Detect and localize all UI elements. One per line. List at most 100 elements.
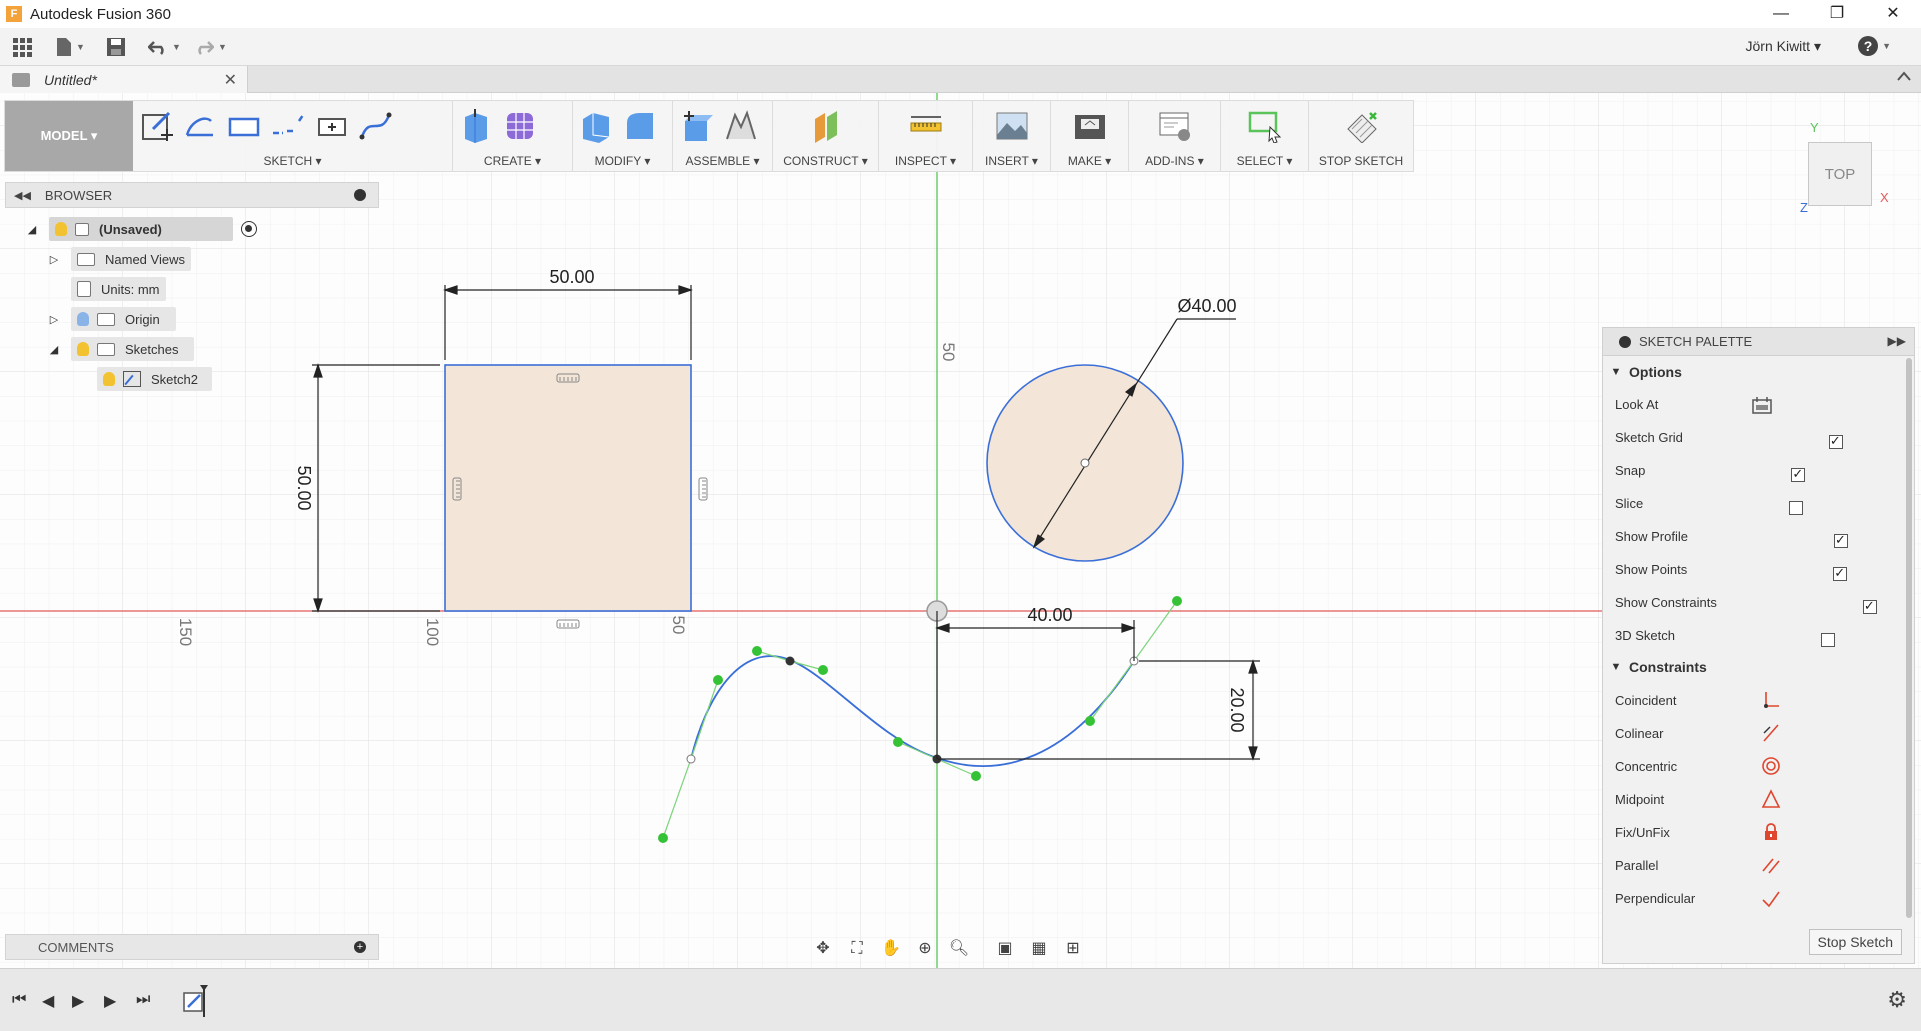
measure-icon[interactable]	[909, 109, 943, 143]
perpendicular-icon[interactable]	[1761, 888, 1781, 908]
circle-center-point[interactable]	[1080, 458, 1090, 468]
insert-image-icon[interactable]	[995, 109, 1029, 143]
tree-item-named-views[interactable]: ▷ Named Views	[47, 246, 191, 272]
rectangle-icon[interactable]	[227, 109, 261, 143]
sketch-rectangle[interactable]	[444, 364, 692, 612]
collapse-browser-icon[interactable]: ◀◀	[14, 189, 31, 202]
tree-item-root[interactable]: ◢ (Unsaved)	[25, 216, 257, 242]
option-slice[interactable]: Slice	[1615, 490, 1804, 516]
sketch-group[interactable]: SKETCH ▾	[133, 101, 453, 171]
option-show-points[interactable]: Show Points	[1615, 556, 1848, 582]
look-at-icon[interactable]	[1752, 396, 1772, 414]
offset-plane-icon[interactable]	[809, 109, 843, 143]
constraint-perpendicular[interactable]: Perpendicular	[1615, 885, 1780, 911]
constraint-parallel[interactable]: Parallel	[1615, 852, 1780, 878]
tree-item-units[interactable]: Units: mm	[71, 276, 166, 302]
play-icon[interactable]: ▶	[104, 991, 116, 1011]
coincident-icon[interactable]	[1761, 690, 1781, 710]
activate-component-icon[interactable]	[241, 221, 257, 237]
workspace-switcher[interactable]: MODEL ▾	[5, 101, 133, 171]
viewports-icon[interactable]: ⊞	[1061, 939, 1085, 959]
visibility-bulb-icon[interactable]	[77, 342, 89, 356]
point-icon[interactable]	[315, 109, 349, 143]
press-pull-icon[interactable]	[579, 109, 613, 143]
show-points-checkbox[interactable]	[1833, 565, 1848, 581]
option-show-profile[interactable]: Show Profile	[1615, 523, 1848, 549]
select-icon[interactable]	[1248, 109, 1282, 143]
spline-icon[interactable]	[359, 109, 393, 143]
document-tab[interactable]: Untitled* ✕	[0, 66, 248, 93]
stop-sketch-group[interactable]: STOP SKETCH	[1309, 101, 1413, 171]
constraint-fix-unfix[interactable]: Fix/UnFix	[1615, 819, 1777, 845]
option-look-at[interactable]: Look At	[1615, 391, 1915, 417]
collapsed-triangle-icon[interactable]: ▷	[47, 313, 61, 326]
palette-minimize-icon[interactable]	[1619, 335, 1631, 348]
colinear-icon[interactable]	[1761, 723, 1781, 743]
tree-node-origin[interactable]: Origin	[71, 307, 176, 331]
data-panel-button[interactable]	[12, 35, 34, 59]
snap-checkbox[interactable]	[1791, 466, 1806, 482]
new-component-icon[interactable]	[679, 109, 713, 143]
parallel-icon[interactable]	[1761, 855, 1781, 875]
constraint-coincident[interactable]: Coincident	[1615, 687, 1779, 713]
browser-header[interactable]: ◀◀ BROWSER	[5, 182, 379, 208]
collapse-toolbar-button[interactable]	[1897, 68, 1911, 86]
3d-sketch-checkbox[interactable]	[1820, 633, 1835, 647]
viewcube[interactable]: TOP Y X Z	[1800, 120, 1900, 220]
step-forward-icon[interactable]: ▶	[72, 991, 84, 1011]
tree-node-sketches[interactable]: Sketches	[71, 337, 195, 361]
stop-sketch-button[interactable]: Stop Sketch	[1808, 929, 1902, 955]
assemble-group[interactable]: ASSEMBLE ▾	[673, 101, 773, 171]
create-group[interactable]: CREATE ▾	[453, 101, 573, 171]
modify-group[interactable]: MODIFY ▾	[573, 101, 673, 171]
orbit-icon[interactable]: ✥	[811, 939, 835, 959]
close-tab-button[interactable]: ✕	[224, 70, 237, 90]
tree-node-sketch2[interactable]: Sketch2	[97, 367, 212, 391]
tree-node-units[interactable]: Units: mm	[71, 277, 166, 301]
close-window-button[interactable]: ✕	[1865, 0, 1921, 28]
visibility-bulb-icon[interactable]	[55, 222, 67, 236]
select-group[interactable]: SELECT ▾	[1221, 101, 1309, 171]
option-sketch-grid[interactable]: Sketch Grid	[1615, 424, 1843, 450]
zoom-window-icon[interactable]: 🔍︎	[947, 939, 971, 959]
step-back-icon[interactable]: ◀	[42, 991, 54, 1011]
inspect-group[interactable]: INSPECT ▾	[879, 101, 973, 171]
3d-print-icon[interactable]	[1073, 109, 1107, 143]
construct-group[interactable]: CONSTRUCT ▾	[773, 101, 879, 171]
go-to-start-icon[interactable]: ⏮	[12, 991, 26, 1009]
extrude-icon[interactable]	[459, 109, 493, 143]
constraint-midpoint[interactable]: Midpoint	[1615, 786, 1781, 812]
scripts-icon[interactable]	[1158, 109, 1192, 143]
line-icon[interactable]	[183, 109, 217, 143]
options-section-header[interactable]: ▼ Options	[1609, 364, 1682, 380]
look-at-icon[interactable]: ⛶	[845, 939, 869, 959]
tree-item-sketch2[interactable]: Sketch2	[97, 366, 212, 392]
display-settings-icon[interactable]: ▣	[993, 939, 1017, 959]
pan-icon[interactable]: ✋	[879, 939, 903, 959]
palette-scrollbar[interactable]	[1906, 358, 1912, 918]
zoom-icon[interactable]: ⊕	[913, 939, 937, 959]
make-group[interactable]: MAKE ▾	[1051, 101, 1129, 171]
add-ins-group[interactable]: ADD-INS ▾	[1129, 101, 1221, 171]
expand-palette-icon[interactable]: ▶▶	[1888, 334, 1906, 348]
browser-minimize-icon[interactable]	[354, 189, 366, 201]
redo-button[interactable]: ▼	[194, 35, 227, 59]
midpoint-icon[interactable]	[1761, 789, 1781, 809]
constraint-colinear[interactable]: Colinear	[1615, 720, 1779, 746]
slice-checkbox[interactable]	[1789, 501, 1804, 515]
visibility-bulb-icon[interactable]	[103, 372, 115, 386]
constraint-concentric[interactable]: Concentric	[1615, 753, 1780, 779]
restore-button[interactable]: ❐	[1809, 0, 1865, 28]
show-constraints-checkbox[interactable]	[1862, 598, 1877, 614]
stop-sketch-icon[interactable]	[1344, 109, 1378, 143]
concentric-icon[interactable]	[1761, 756, 1781, 776]
constraints-section-header[interactable]: ▼ Constraints	[1609, 659, 1707, 675]
tree-item-sketches[interactable]: ◢ Sketches	[47, 336, 195, 362]
help-button[interactable]: ? ▼	[1858, 36, 1891, 56]
comments-panel[interactable]: COMMENTS +	[5, 934, 379, 960]
sketch-grid-checkbox[interactable]	[1828, 433, 1843, 449]
visibility-bulb-icon[interactable]	[77, 312, 89, 326]
gear-icon[interactable]: ⚙	[1887, 987, 1907, 1013]
expanded-triangle-icon[interactable]: ◢	[47, 343, 61, 356]
go-to-end-icon[interactable]: ⏭	[136, 991, 150, 1009]
